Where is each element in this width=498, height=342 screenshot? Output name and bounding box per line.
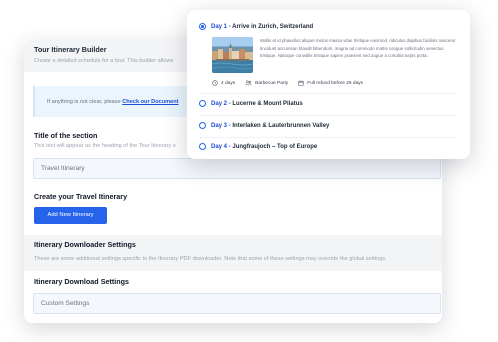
duration-meta: 4 days bbox=[212, 80, 235, 86]
notice-text: If anything is not clear, please bbox=[47, 99, 121, 105]
people-icon bbox=[245, 80, 252, 86]
documentation-link[interactable]: Check our Document bbox=[122, 99, 178, 105]
calendar-icon bbox=[298, 80, 304, 86]
day-4-number: Day 4 bbox=[211, 143, 228, 150]
day-3-title: Interlaken & Lauterbrunnen Valley bbox=[232, 122, 330, 129]
refund-meta: Full refund before 25 days bbox=[298, 80, 363, 86]
section-title-help: This text will appear as the heading of … bbox=[34, 143, 176, 149]
download-settings-label: Itinerary Download Settings bbox=[34, 277, 130, 286]
clock-icon bbox=[212, 80, 218, 86]
divider bbox=[199, 137, 457, 138]
day-1-description: Mollis et id phasellus aliquet metus mas… bbox=[260, 38, 456, 58]
day-item-3[interactable]: Day 3 - Interlaken & Lauterbrunnen Valle… bbox=[199, 122, 329, 129]
day-1-meta: 4 days Barbecue Party Full refund before… bbox=[212, 80, 373, 86]
day-1-title: Arrive in Zurich, Switzerland bbox=[232, 23, 314, 30]
day-4-title: Jungfraujoch – Top of Europe bbox=[232, 143, 318, 150]
itinerary-preview-card: Day 1 - Arrive in Zurich, Switzerland Mo… bbox=[187, 10, 470, 159]
day-3-label: Day 3 - Interlaken & Lauterbrunnen Valle… bbox=[211, 123, 329, 129]
day-item-2[interactable]: Day 2 - Lucerne & Mount Pilatus bbox=[199, 100, 303, 107]
day-1-radio[interactable] bbox=[199, 23, 206, 30]
downloader-settings-section: Itinerary Downloader Settings These are … bbox=[24, 235, 442, 271]
day-2-number: Day 2 bbox=[211, 100, 228, 107]
section-title-label: Title of the section bbox=[34, 131, 98, 140]
divider bbox=[199, 115, 457, 116]
duration-text: 4 days bbox=[221, 80, 236, 86]
day-3-number: Day 3 bbox=[211, 122, 228, 129]
divider bbox=[199, 93, 457, 94]
day-3-radio[interactable] bbox=[199, 122, 206, 129]
day-1-number: Day 1 bbox=[211, 23, 228, 30]
day-1-label: Day 1 - Arrive in Zurich, Switzerland bbox=[211, 24, 313, 30]
day-item-1[interactable]: Day 1 - Arrive in Zurich, Switzerland bbox=[199, 23, 313, 30]
day-2-title: Lucerne & Mount Pilatus bbox=[232, 100, 303, 107]
downloader-settings-heading: Itinerary Downloader Settings bbox=[34, 240, 136, 249]
activity-text: Barbecue Party bbox=[255, 80, 289, 86]
day-4-radio[interactable] bbox=[199, 143, 206, 150]
day-4-label: Day 4 - Jungfraujoch – Top of Europe bbox=[211, 144, 317, 150]
activity-meta: Barbecue Party bbox=[245, 80, 288, 86]
download-settings-select[interactable]: Custom Settings bbox=[33, 293, 441, 314]
day-2-radio[interactable] bbox=[199, 100, 206, 107]
downloader-settings-help: These are some additional settings speci… bbox=[34, 256, 387, 262]
add-new-itinerary-button[interactable]: Add New Itinerary bbox=[34, 207, 107, 224]
create-itinerary-heading: Create your Travel Itinerary bbox=[34, 192, 128, 201]
day-item-4[interactable]: Day 4 - Jungfraujoch – Top of Europe bbox=[199, 143, 317, 150]
day-2-label: Day 2 - Lucerne & Mount Pilatus bbox=[211, 101, 303, 107]
zurich-photo bbox=[212, 37, 253, 73]
refund-text: Full refund before 25 days bbox=[307, 80, 363, 86]
section-title-input[interactable]: Travel Itinerary bbox=[33, 158, 441, 179]
